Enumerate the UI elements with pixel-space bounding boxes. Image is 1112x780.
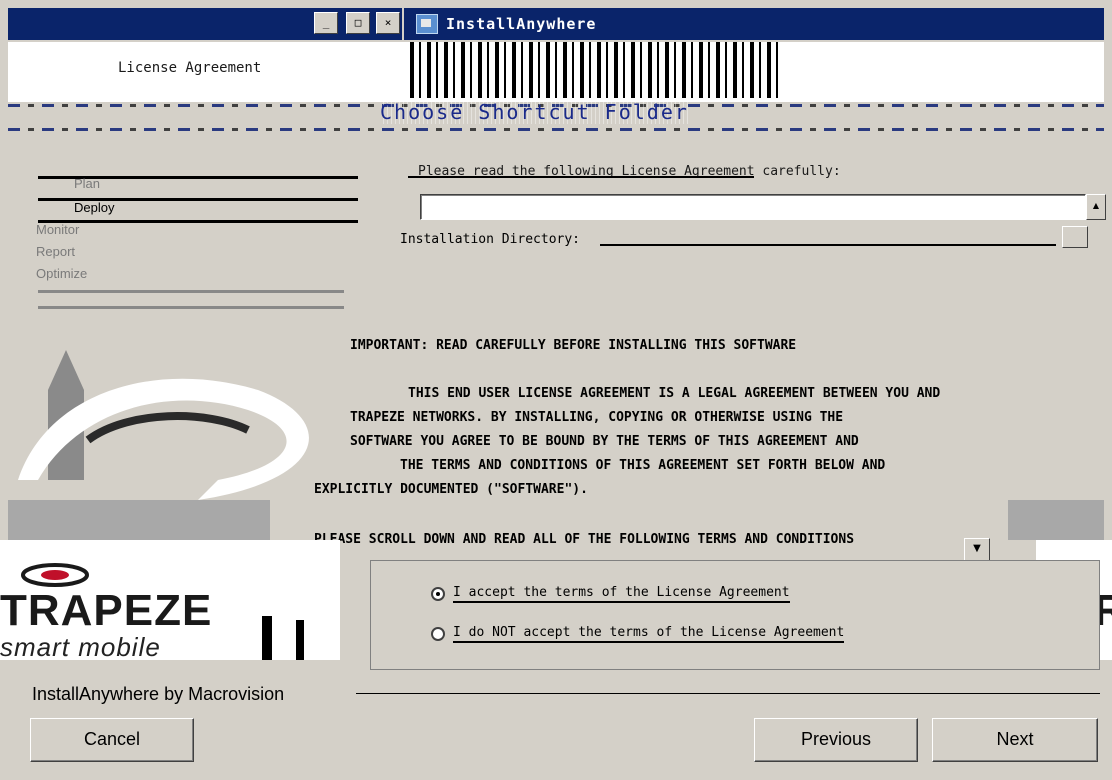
divider (38, 306, 358, 309)
panel-band (8, 500, 270, 540)
divider (356, 693, 1100, 694)
logo-wordmark: TRAPEZE (0, 586, 213, 635)
trapeze-logo: TRAPEZE smart mobile (0, 540, 340, 662)
page-title: License Agreement (118, 60, 262, 76)
steps-panel: Plan Deploy Monitor Report Optimize (8, 140, 368, 500)
radio-checked-icon[interactable] (431, 587, 445, 601)
divider (408, 176, 754, 178)
divider (262, 616, 272, 660)
license-choice-group: I accept the terms of the License Agreem… (370, 560, 1100, 670)
trapeze-swoosh-graphic (8, 330, 368, 500)
step-plan: Plan (74, 176, 101, 191)
step-report: Report (36, 244, 76, 259)
license-line: EXPLICITLY DOCUMENTED ("SOFTWARE"). (314, 482, 588, 497)
decline-label[interactable]: I do NOT accept the terms of the License… (453, 625, 845, 643)
license-line: THIS END USER LICENSE AGREEMENT IS A LEG… (408, 386, 941, 401)
panel-band (1008, 500, 1104, 540)
license-line: THE TERMS AND CONDITIONS OF THIS AGREEME… (400, 458, 886, 473)
maximize-icon[interactable]: □ (346, 12, 370, 34)
chevron-down-icon[interactable]: ▼ (964, 538, 990, 562)
background-window-titlebar: _ □ × (8, 8, 402, 40)
step-monitor: Monitor (36, 222, 80, 237)
license-line: TRAPEZE NETWORKS. BY INSTALLING, COPYING… (350, 410, 844, 425)
divider (296, 620, 304, 660)
close-icon[interactable]: × (376, 12, 400, 34)
header-graphic (410, 42, 780, 98)
header-band: License Agreement (8, 42, 1104, 102)
window-title: InstallAnywhere (446, 15, 597, 33)
installer-app-icon (416, 14, 438, 34)
cancel-button[interactable]: Cancel (30, 718, 194, 762)
previous-button-label: Previous (800, 729, 872, 749)
divider (8, 128, 1104, 131)
divider (38, 220, 358, 223)
accept-option[interactable]: I accept the terms of the License Agreem… (431, 583, 790, 605)
previous-button[interactable]: Previous (754, 718, 918, 762)
installer-titlebar: InstallAnywhere (404, 8, 1104, 40)
step-optimize: Optimize (36, 266, 88, 281)
accept-label[interactable]: I accept the terms of the License Agreem… (453, 585, 790, 603)
divider (600, 244, 1056, 246)
scroll-down-icon[interactable] (1062, 226, 1088, 248)
decline-option[interactable]: I do NOT accept the terms of the License… (431, 623, 845, 645)
next-button-label: Next (996, 729, 1034, 749)
next-button[interactable]: Next (932, 718, 1098, 762)
radio-unchecked-icon[interactable] (431, 627, 445, 641)
scroll-up-icon[interactable]: ▲ (1086, 194, 1106, 220)
cancel-button-label: Cancel (83, 729, 141, 749)
directory-field[interactable] (420, 194, 1086, 220)
logo-tagline: smart mobile (0, 632, 161, 662)
step-deploy: Deploy (74, 200, 115, 215)
license-line: SOFTWARE YOU AGREE TO BE BOUND BY THE TE… (350, 434, 859, 449)
section-title: Choose Shortcut Folder (380, 100, 689, 124)
minimize-icon[interactable]: _ (314, 12, 338, 34)
field-label: Installation Directory: (400, 232, 581, 247)
license-text-area[interactable]: IMPORTANT: READ CAREFULLY BEFORE INSTALL… (314, 250, 1054, 550)
license-line: PLEASE SCROLL DOWN AND READ ALL OF THE F… (314, 532, 855, 547)
divider (38, 290, 358, 293)
installer-brand: InstallAnywhere by Macrovision (32, 684, 285, 704)
license-line: IMPORTANT: READ CAREFULLY BEFORE INSTALL… (350, 338, 797, 353)
